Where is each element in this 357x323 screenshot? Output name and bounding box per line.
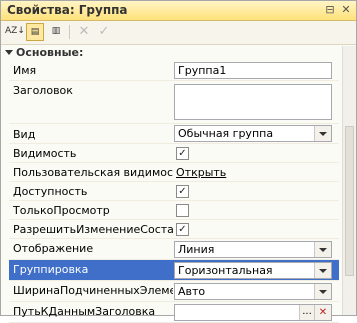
prop-row-allow-change[interactable]: РазрешитьИзменениеСостава ✓ [9,220,339,239]
prop-row-children-width[interactable]: ШиринаПодчиненныхЭлементов Авто [9,281,339,302]
prop-row-user-visibility[interactable]: Пользовательская видимость Открыть [9,163,339,182]
grouping-value: Горизонтальная [178,264,273,277]
view-value: Обычная группа [178,127,274,140]
prop-row-enabled[interactable]: Доступность ✓ [9,182,339,201]
select-dots-button[interactable]: ... [299,305,314,320]
prop-row-visibility[interactable]: Видимость ✓ [9,144,339,163]
children-width-value: Авто [178,285,206,298]
prop-row-readonly[interactable]: ТолькоПросмотр [9,201,339,220]
prop-label: Отображение [13,242,94,255]
scrollbar-thumb[interactable] [345,126,354,276]
group-header-main[interactable]: Основные: [4,46,334,60]
group-label: Основные: [16,46,84,59]
dropdown-arrow-icon[interactable] [314,126,331,141]
close-icon[interactable]: ✕ [75,23,93,41]
vertical-scrollbar[interactable] [342,46,356,315]
categories-icon[interactable]: ▤ [26,23,44,41]
prop-row-display[interactable]: Отображение Линия [9,239,339,260]
prop-label: Имя [13,64,37,77]
properties-window: Свойства: Группа ⊟ ✕ AZ↓ ▤ ▥ ✕ ✓ Основны… [0,0,357,323]
filter-icon[interactable]: ▥ [47,23,65,41]
display-value: Линия [178,243,215,256]
prop-row-grouping[interactable]: Группировка Горизонтальная [9,260,339,281]
toolbar: AZ↓ ▤ ▥ ✕ ✓ [1,21,356,45]
enabled-checkbox[interactable]: ✓ [176,185,189,198]
display-select[interactable]: Линия [174,241,332,258]
header-data-path-input[interactable]: ... ✕ [174,304,332,321]
header-textarea[interactable] [174,84,332,120]
dropdown-arrow-icon[interactable] [314,242,331,257]
sort-alpha-icon[interactable]: AZ↓ [5,23,25,41]
check-icon[interactable]: ✓ [95,23,113,41]
prop-label: ТолькоПросмотр [13,204,110,217]
readonly-checkbox[interactable] [176,204,189,217]
children-width-select[interactable]: Авто [174,283,332,300]
window-title: Свойства: Группа [7,3,128,17]
prop-row-view[interactable]: Вид Обычная группа [9,124,339,144]
clear-icon[interactable]: ✕ [314,305,331,320]
prop-label: ШиринаПодчиненныхЭлементов [13,284,173,297]
pin-icon[interactable]: ⊟ [323,3,337,17]
toolbar-separator [69,25,70,39]
open-link[interactable]: Открыть [176,166,226,179]
prop-label: Группировка [13,263,89,276]
grouping-select[interactable]: Горизонтальная [174,262,332,279]
chevron-down-icon[interactable] [5,50,13,55]
prop-row-header[interactable]: Заголовок [9,81,339,124]
prop-row-name[interactable]: Имя Группа1 [9,61,339,81]
close-window-button[interactable]: ✕ [339,3,353,17]
prop-label: Вид [13,128,36,141]
dropdown-arrow-icon[interactable] [314,263,331,278]
name-input[interactable]: Группа1 [174,62,332,79]
dropdown-arrow-icon[interactable] [314,284,331,299]
prop-label: РазрешитьИзменениеСостава [13,223,173,236]
title-bar: Свойства: Группа ⊟ ✕ [1,1,356,21]
prop-label: ПутьКДаннымЗаголовка [13,305,156,318]
allow-change-checkbox[interactable]: ✓ [176,223,189,236]
prop-row-header-data-path[interactable]: ПутьКДаннымЗаголовка ... ✕ [9,302,339,323]
visibility-checkbox[interactable]: ✓ [176,147,189,160]
prop-label: Пользовательская видимость [13,166,173,179]
prop-label: Доступность [13,185,88,198]
view-select[interactable]: Обычная группа [174,125,332,142]
prop-label: Заголовок [13,84,73,97]
prop-label: Видимость [13,147,77,160]
